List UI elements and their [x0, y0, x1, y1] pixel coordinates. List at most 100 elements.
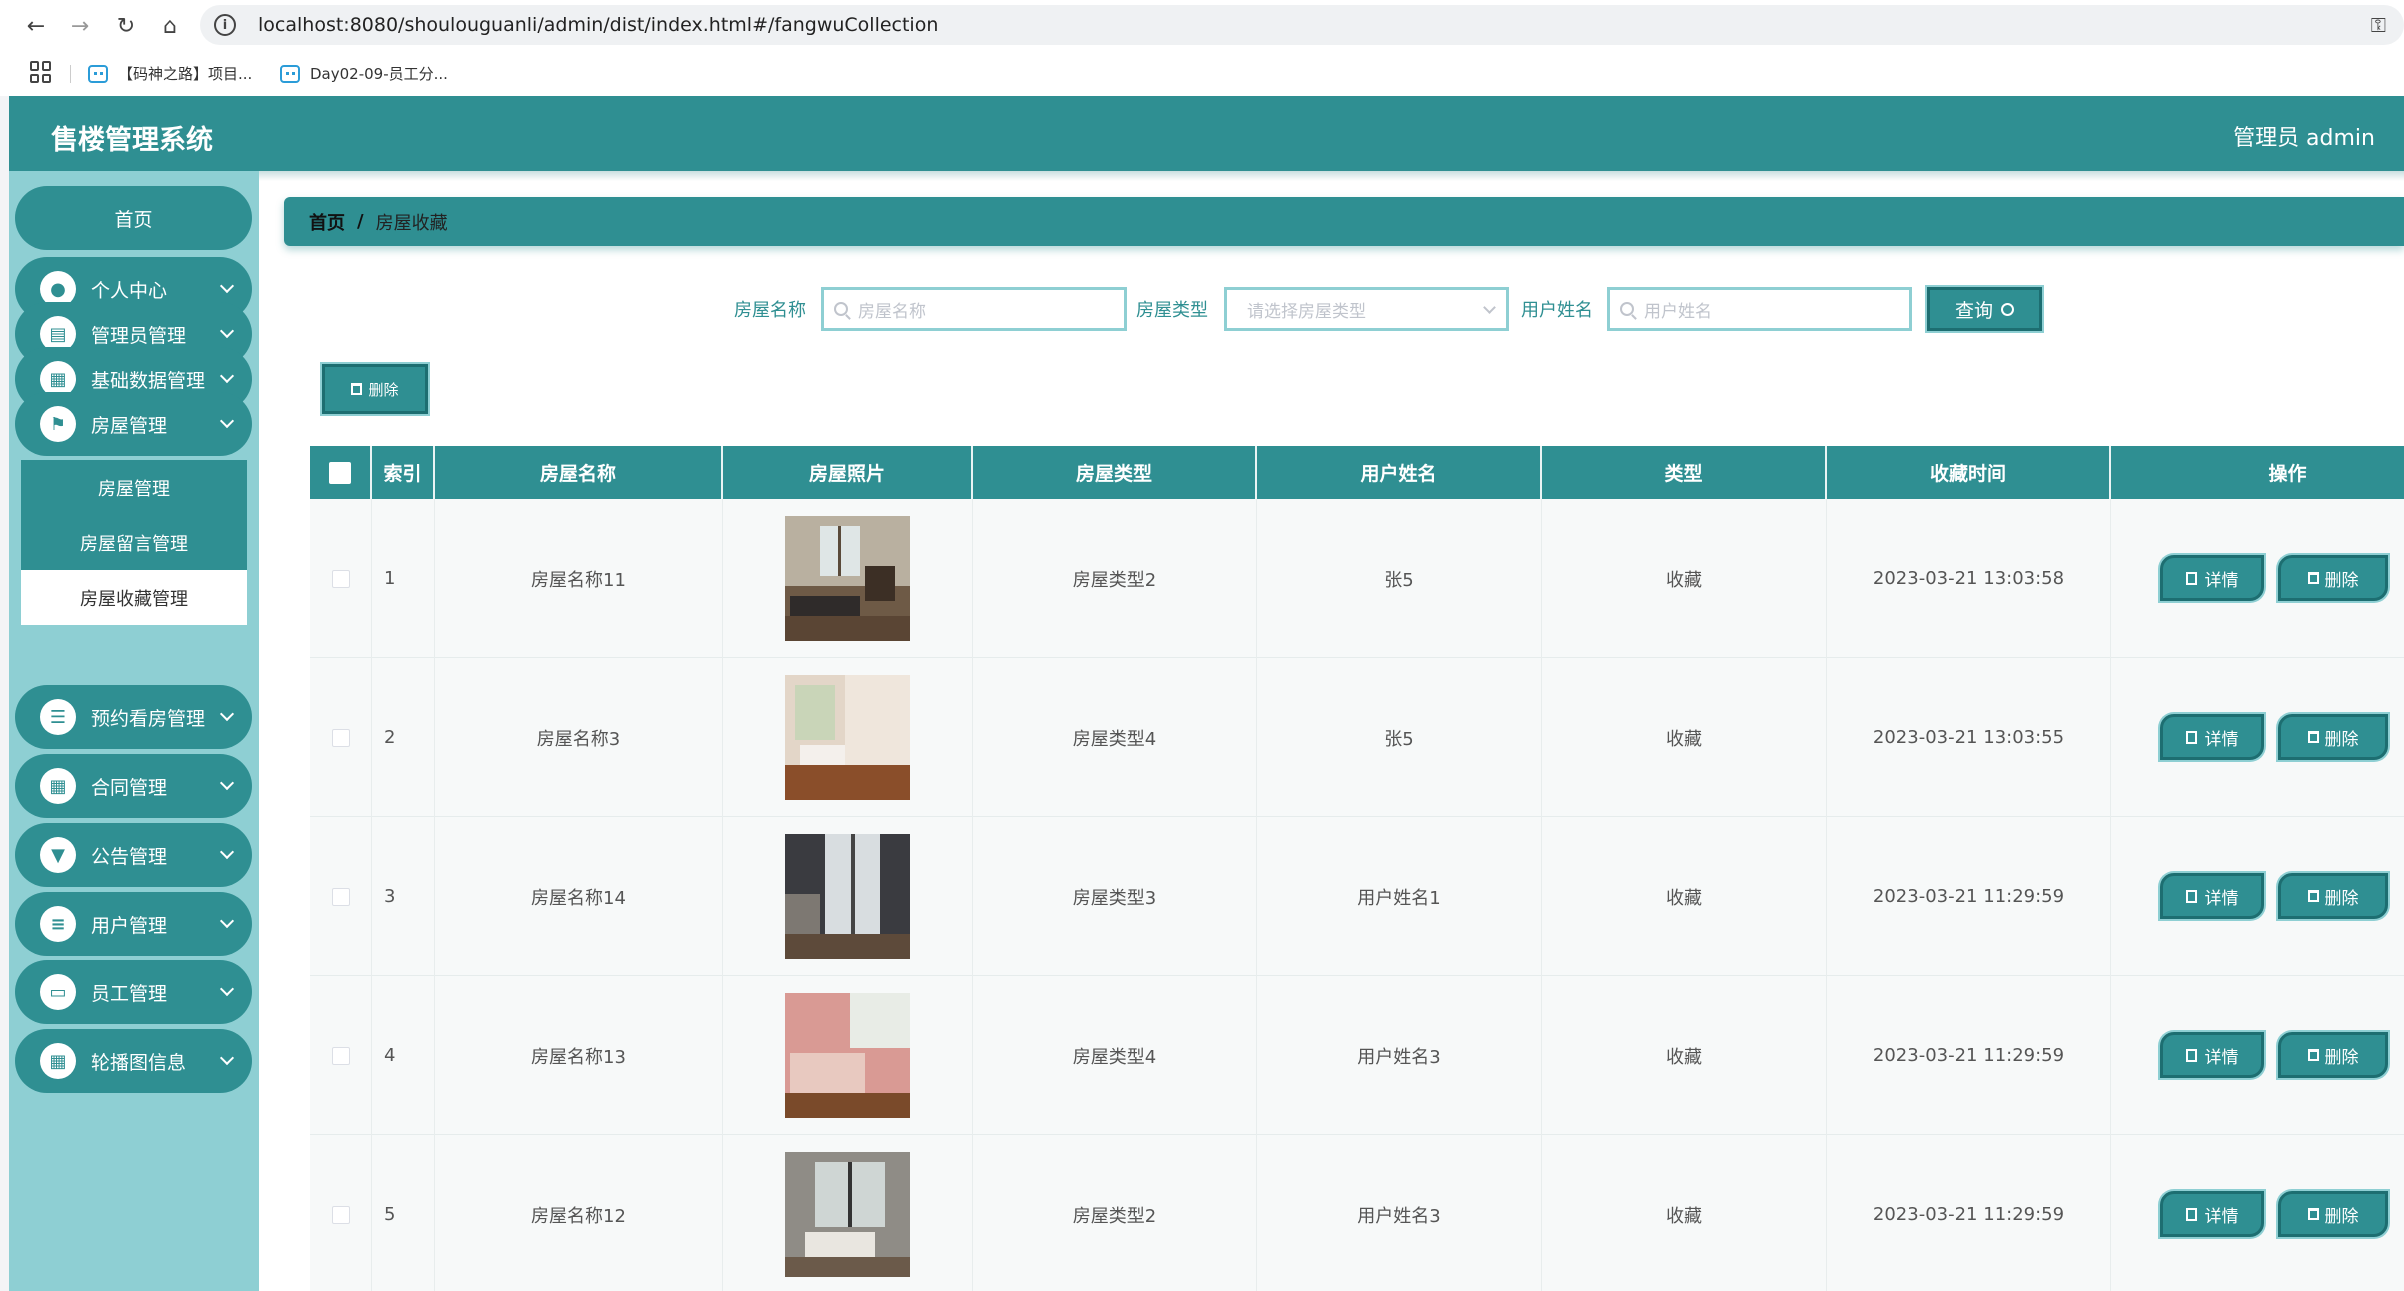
delete-button[interactable]: 删除 [2278, 873, 2388, 919]
search-icon [834, 302, 848, 316]
document-icon [2185, 571, 2197, 585]
row-checkbox[interactable] [331, 887, 350, 906]
sidebar-item-label: 房屋管理 [91, 414, 168, 437]
detail-button-label: 详情 [2204, 729, 2239, 750]
apps-grid-icon[interactable] [30, 61, 52, 83]
sidebar-item-users[interactable]: ≡ 用户管理 [15, 892, 252, 956]
cell-collect-time: 2023-03-21 11:29:59 [1827, 817, 2111, 976]
delete-button[interactable]: 删除 [2278, 714, 2388, 760]
cell-collect-time: 2023-03-21 13:03:58 [1827, 499, 2111, 658]
chevron-down-icon [219, 323, 235, 339]
sidebar-item-carousel[interactable]: ▦ 轮播图信息 [15, 1029, 252, 1093]
house-type-select[interactable]: 请选择房屋类型 [1224, 287, 1509, 331]
delete-button[interactable]: 删除 [2278, 555, 2388, 601]
delete-button[interactable]: 删除 [2278, 1191, 2388, 1237]
detail-button[interactable]: 详情 [2160, 1032, 2264, 1078]
cell-house-type: 房屋类型2 [973, 1135, 1257, 1291]
house-photo[interactable] [785, 516, 910, 641]
batch-delete-button[interactable]: 删除 [322, 364, 428, 414]
table-row: 3 房屋名称14 房屋类型3 用户姓名1 收藏 2023-03-21 11:29… [310, 817, 2404, 976]
house-photo[interactable] [785, 834, 910, 959]
cell-index: 2 [372, 658, 435, 817]
select-all-checkbox[interactable] [329, 461, 351, 484]
detail-button[interactable]: 详情 [2160, 714, 2264, 760]
forward-icon[interactable]: → [64, 10, 96, 42]
chevron-down-icon [219, 775, 235, 791]
house-photo[interactable] [785, 1152, 910, 1277]
house-photo[interactable] [785, 675, 910, 800]
cell-house-type: 房屋类型2 [973, 499, 1257, 658]
header-house-name: 房屋名称 [435, 446, 723, 499]
sidebar-item-contracts[interactable]: ▦ 合同管理 [15, 754, 252, 818]
cell-house-photo [723, 1135, 973, 1291]
back-icon[interactable]: ← [20, 10, 52, 42]
header-shadow [9, 171, 2404, 181]
sidebar-item-house-management[interactable]: ⚑ 房屋管理 [15, 392, 252, 456]
trash-icon [2307, 890, 2319, 902]
site-info-icon[interactable]: i [214, 14, 236, 36]
current-user[interactable]: 管理员 admin [2233, 120, 2375, 152]
sidebar-item-home[interactable]: 首页 [15, 186, 252, 250]
sidebar-item-announcements[interactable]: ▼ 公告管理 [15, 823, 252, 887]
cell-actions: 详情 删除 [2111, 976, 2404, 1135]
monitor-icon: ▭ [40, 974, 76, 1010]
row-checkbox[interactable] [331, 1205, 350, 1224]
cell-kind: 收藏 [1542, 499, 1827, 658]
row-checkbox[interactable] [331, 728, 350, 747]
delete-button-label: 删除 [2324, 729, 2359, 750]
reload-icon[interactable]: ↻ [110, 10, 142, 42]
house-type-label: 房屋类型 [1136, 300, 1208, 321]
delete-button[interactable]: 删除 [2278, 1032, 2388, 1078]
cell-house-type: 房屋类型3 [973, 817, 1257, 976]
podium-icon: ▼ [40, 837, 76, 873]
password-key-icon[interactable]: ⚿ [2371, 13, 2386, 37]
row-checkbox[interactable] [331, 1046, 350, 1065]
cell-house-name: 房屋名称13 [435, 976, 723, 1135]
cell-user-name: 用户姓名1 [1257, 817, 1542, 976]
detail-button[interactable]: 详情 [2160, 1191, 2264, 1237]
detail-button[interactable]: 详情 [2160, 873, 2264, 919]
document-icon [2185, 1048, 2197, 1062]
detail-button[interactable]: 详情 [2160, 555, 2264, 601]
home-icon[interactable]: ⌂ [154, 10, 186, 42]
trash-icon [2307, 1208, 2319, 1220]
submenu-item-house-collection[interactable]: 房屋收藏管理 [21, 570, 247, 625]
cell-house-photo [723, 976, 973, 1135]
user-name-input[interactable]: 用户姓名 [1607, 287, 1912, 331]
submenu-item-house-messages[interactable]: 房屋留言管理 [21, 515, 247, 570]
app-root: 售楼管理系统 管理员 admin 首页 ● 个人中心 ▤ 管理员管理 ▦ 基础数… [9, 96, 2404, 1291]
query-button[interactable]: 查询 [1927, 287, 2042, 331]
cell-collect-time: 2023-03-21 11:29:59 [1827, 976, 2111, 1135]
sidebar-item-label: 用户管理 [91, 914, 168, 937]
row-select-cell [310, 817, 372, 976]
house-photo[interactable] [785, 993, 910, 1118]
delete-button-label: 删除 [2324, 1206, 2359, 1227]
breadcrumb: 首页 / 房屋收藏 [284, 197, 2404, 246]
breadcrumb-current: 房屋收藏 [375, 212, 448, 234]
sidebar-item-label: 合同管理 [91, 776, 168, 799]
sidebar-item-viewing-appointments[interactable]: ☰ 预约看房管理 [15, 685, 252, 749]
cell-kind: 收藏 [1542, 817, 1827, 976]
cell-house-name: 房屋名称3 [435, 658, 723, 817]
header-collect-time: 收藏时间 [1827, 446, 2111, 499]
detail-button-label: 详情 [2204, 1047, 2239, 1068]
trash-icon [2307, 1049, 2319, 1061]
sidebar-item-label: 员工管理 [91, 982, 168, 1005]
chevron-down-icon [219, 844, 235, 860]
address-bar[interactable]: i localhost:8080/shoulouguanli/admin/dis… [200, 5, 2404, 45]
breadcrumb-home[interactable]: 首页 [309, 209, 345, 235]
cell-house-photo [723, 658, 973, 817]
row-checkbox[interactable] [331, 569, 350, 588]
cell-index: 5 [372, 1135, 435, 1291]
cell-house-photo [723, 499, 973, 658]
header-house-photo: 房屋照片 [723, 446, 973, 499]
sidebar-item-employees[interactable]: ▭ 员工管理 [15, 960, 252, 1024]
chevron-down-icon [219, 981, 235, 997]
bookmark-item[interactable]: 【码神之路】项目... [88, 63, 252, 84]
bookmark-item[interactable]: Day02-09-员工分... [280, 63, 448, 84]
house-name-input[interactable]: 房屋名称 [821, 287, 1127, 331]
cell-house-photo [723, 817, 973, 976]
sidebar: 首页 ● 个人中心 ▤ 管理员管理 ▦ 基础数据管理 ⚑ 房屋管理 房屋管理 房… [9, 171, 259, 1291]
table-row: 2 房屋名称3 房屋类型4 张5 收藏 2023-03-21 13:03:55 … [310, 658, 2404, 817]
submenu-item-house[interactable]: 房屋管理 [21, 460, 247, 515]
